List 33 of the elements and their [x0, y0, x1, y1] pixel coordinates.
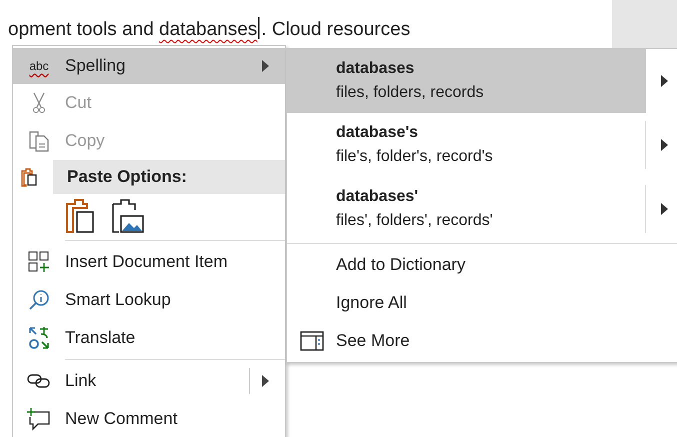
menu-item[interactable]: See More: [287, 322, 677, 360]
link-icon: [27, 372, 51, 390]
menu-item[interactable]: Insert Document Item: [13, 243, 285, 281]
menu-item[interactable]: abc Spelling: [13, 48, 285, 84]
submenu-arrow-icon: [661, 139, 668, 151]
translate-icon: [28, 326, 50, 350]
document-text: . Cloud resources: [261, 19, 410, 40]
menu-item[interactable]: Smart Lookup: [13, 281, 285, 319]
suggestion-item[interactable]: database's file's, folder's, record's: [287, 113, 677, 177]
scissors-icon: [31, 92, 47, 114]
submenu-arrow-icon: [262, 375, 269, 387]
document-text: opment tools and: [8, 19, 155, 40]
clipboard-icon: [19, 167, 39, 187]
submenu-arrow-icon: [661, 203, 668, 215]
paste-options-heading: Paste Options:: [53, 160, 285, 194]
paste-keep-formatting-icon[interactable]: [65, 198, 97, 234]
text-cursor-icon: [258, 17, 260, 39]
spelling-icon: abc: [29, 60, 49, 72]
suggestion-item[interactable]: databases' files', folders', records': [287, 177, 677, 241]
menu-item[interactable]: New Comment: [13, 400, 285, 437]
paste-picture-icon[interactable]: [111, 198, 145, 234]
copy-icon: [28, 130, 50, 152]
menu-item[interactable]: Translate: [13, 319, 285, 357]
submenu-arrow-icon: [661, 75, 668, 87]
search-icon: [28, 289, 50, 311]
insert-item-icon: [28, 251, 50, 273]
menu-item[interactable]: Link: [13, 362, 285, 400]
submenu-arrow-icon: [262, 60, 269, 72]
ruler-area: [612, 0, 677, 48]
menu-item[interactable]: Ignore All: [287, 284, 677, 322]
menu-item[interactable]: Add to Dictionary: [287, 246, 677, 284]
document-text: databanses: [159, 19, 258, 40]
new-comment-icon: [27, 407, 51, 431]
